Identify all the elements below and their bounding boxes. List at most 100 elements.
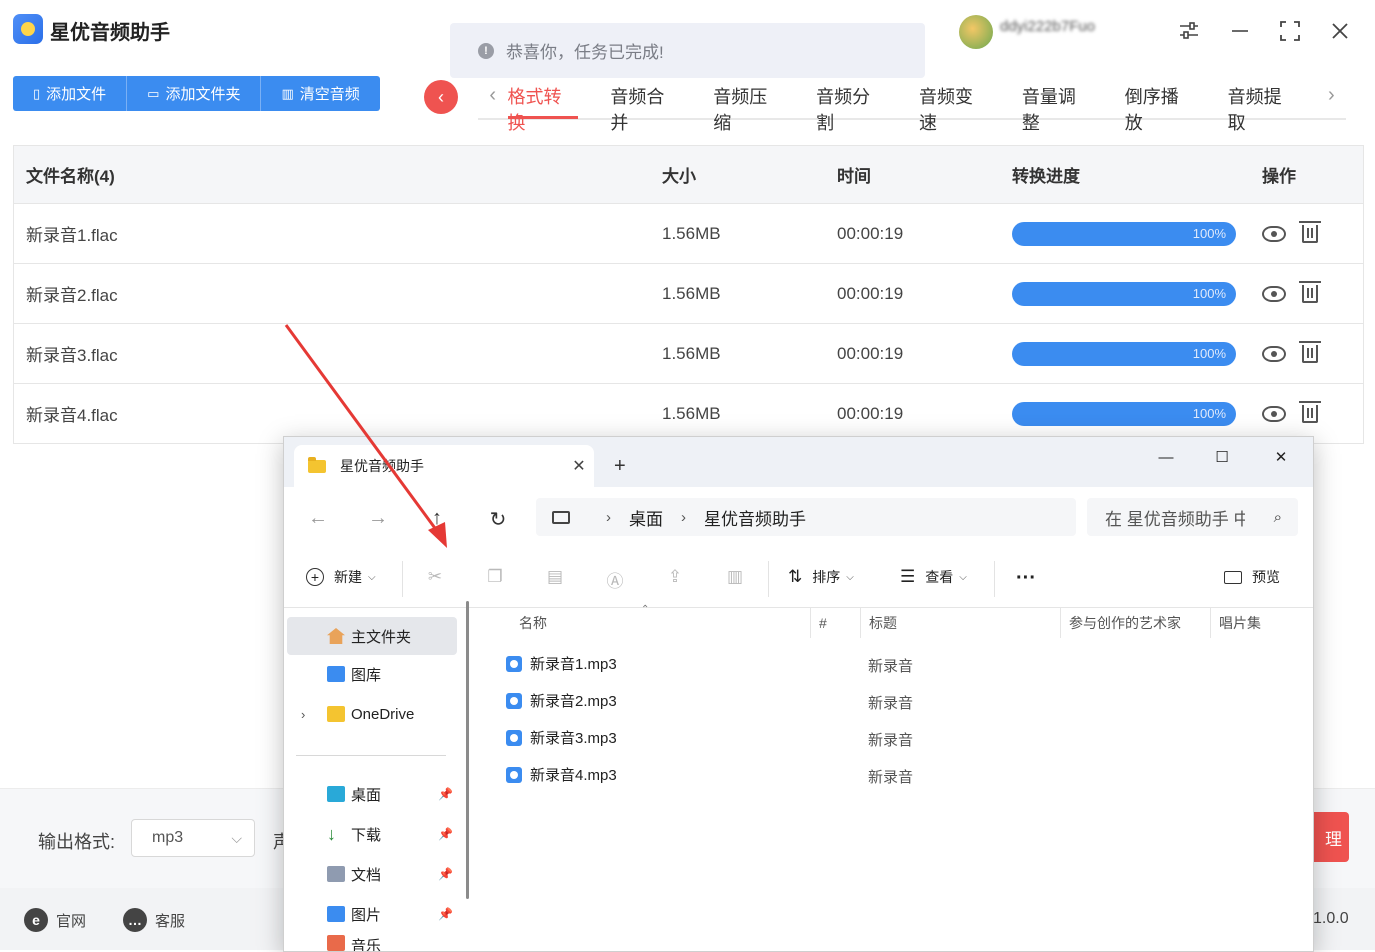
preview-button[interactable]: 预览 xyxy=(1224,567,1280,587)
folder-icon: ▭ xyxy=(147,85,160,101)
app-logo xyxy=(13,14,43,44)
list-item[interactable]: 新录音1.mp3 xyxy=(506,645,617,682)
preview-pane-icon xyxy=(1224,570,1242,584)
paste-icon[interactable]: ▤ xyxy=(544,567,566,589)
address-bar[interactable]: › 桌面 › 星优音频助手 xyxy=(536,498,1076,536)
rename-icon[interactable]: Ⓐ xyxy=(604,567,626,591)
column-album[interactable]: 唱片集 xyxy=(1211,608,1311,638)
copy-icon[interactable]: ❐ xyxy=(484,567,506,589)
list-item[interactable]: 新录音3.mp3 xyxy=(506,719,617,756)
tab-audio-compress[interactable]: 音频压缩 xyxy=(713,80,784,133)
output-format-select[interactable]: mp3 ⌵ xyxy=(131,819,255,857)
tab-audio-speed[interactable]: 音频变速 xyxy=(919,80,990,133)
more-icon[interactable]: ··· xyxy=(1016,567,1036,590)
sidebar-scrollbar[interactable] xyxy=(466,601,469,899)
trash-icon[interactable] xyxy=(1299,220,1321,243)
share-icon[interactable]: ⇪ xyxy=(664,567,686,589)
file-title: 新录音 xyxy=(868,732,914,749)
column-artist[interactable]: 参与创作的艺术家 xyxy=(1061,608,1211,638)
tab-audio-split[interactable]: 音频分割 xyxy=(816,80,887,133)
eye-icon[interactable] xyxy=(1262,225,1286,242)
column-name[interactable]: 名称 ⌃ xyxy=(469,604,811,638)
file-size: 1.56MB xyxy=(662,403,721,423)
pin-icon[interactable]: 📌 xyxy=(438,907,453,921)
file-title: 新录音 xyxy=(868,658,914,675)
explorer-tab[interactable]: 星优音频助手 ✕ xyxy=(294,445,594,487)
search-icon: ⌕ xyxy=(1273,508,1282,526)
breadcrumb-desktop[interactable]: 桌面 xyxy=(629,505,663,530)
cut-icon[interactable]: ✂ xyxy=(424,567,446,589)
table-row[interactable]: 新录音2.flac 1.56MB 00:00:19 100% xyxy=(14,264,1363,324)
view-button[interactable]: ☰ 查看 ⌵ xyxy=(900,567,967,587)
computer-icon xyxy=(552,510,570,524)
maximize-icon[interactable]: ☐ xyxy=(1202,445,1242,469)
up-arrow-icon[interactable]: ↑ xyxy=(425,507,449,530)
pin-icon[interactable]: 📌 xyxy=(438,867,453,881)
music-icon xyxy=(327,935,345,951)
pin-icon[interactable]: 📌 xyxy=(438,787,453,801)
breadcrumb-folder[interactable]: 星优音频助手 xyxy=(704,505,806,530)
tab-volume-adjust[interactable]: 音量调整 xyxy=(1022,80,1093,133)
tab-reverse-play[interactable]: 倒序播放 xyxy=(1125,80,1196,133)
audio-file-icon xyxy=(506,655,522,672)
column-title[interactable]: 标题 xyxy=(861,608,1061,638)
column-number[interactable]: # xyxy=(811,608,861,638)
list-item[interactable]: 新录音2.mp3 xyxy=(506,682,617,719)
trash-icon[interactable] xyxy=(1299,280,1321,303)
close-icon[interactable]: ✕ xyxy=(1261,445,1301,469)
list-item[interactable]: 新录音4.mp3 xyxy=(506,756,617,793)
add-file-button[interactable]: ▯ 添加文件 xyxy=(13,76,128,111)
sidebar-item-music[interactable]: 音乐 xyxy=(287,935,457,951)
gallery-icon xyxy=(327,666,345,682)
refresh-icon[interactable]: ↻ xyxy=(486,507,510,532)
table-row[interactable]: 新录音4.flac 1.56MB 00:00:19 100% xyxy=(14,384,1363,443)
tab-audio-merge[interactable]: 音频合并 xyxy=(610,80,681,133)
delete-icon[interactable]: ▥ xyxy=(724,567,746,589)
sidebar-item-home[interactable]: 主文件夹 xyxy=(287,617,457,655)
maximize-icon[interactable] xyxy=(1275,16,1305,46)
table-row[interactable]: 新录音1.flac 1.56MB 00:00:19 100% xyxy=(14,204,1363,264)
trash-icon[interactable] xyxy=(1299,400,1321,423)
sort-up-icon: ⌃ xyxy=(641,604,650,615)
back-arrow-icon[interactable]: ← xyxy=(306,507,330,530)
notice-text: 恭喜你，任务已完成! xyxy=(506,43,664,62)
clear-audio-button[interactable]: ▥ 清空音频 xyxy=(261,76,379,111)
trash-icon[interactable] xyxy=(1299,340,1321,363)
sidebar-item-pictures[interactable]: 图片 📌 xyxy=(287,895,457,933)
forward-arrow-icon[interactable]: → xyxy=(366,507,390,530)
user-name[interactable]: ddyi222b7Fuo xyxy=(1000,18,1150,38)
minimize-icon[interactable]: — xyxy=(1146,445,1186,469)
sidebar-item-onedrive[interactable]: › OneDrive xyxy=(287,695,457,733)
search-input[interactable]: 在 星优音频助手 中 ⌕ xyxy=(1087,498,1298,536)
sort-button[interactable]: ⇅ 排序 ⌵ xyxy=(788,567,854,587)
settings-sliders-icon[interactable] xyxy=(1174,16,1204,46)
collapse-button[interactable]: ‹ xyxy=(424,80,458,114)
tabs-next-icon[interactable]: › xyxy=(1317,84,1347,107)
pin-icon[interactable]: 📌 xyxy=(438,827,453,841)
divider xyxy=(768,561,769,597)
new-button[interactable]: + 新建 ⌵ xyxy=(306,567,376,587)
file-size: 1.56MB xyxy=(662,223,721,243)
output-format-label: 输出格式: xyxy=(38,832,116,852)
file-icon: ▯ xyxy=(33,85,41,101)
sidebar-item-downloads[interactable]: ↓ 下载 📌 xyxy=(287,815,457,853)
feature-tabs: ‹ 格式转换 音频合并 音频压缩 音频分割 音频变速 音量调整 倒序播放 音频提… xyxy=(478,80,1347,133)
minimize-icon[interactable] xyxy=(1225,16,1255,46)
website-link[interactable]: e 官网 xyxy=(24,908,86,932)
tab-format-convert[interactable]: 格式转换 xyxy=(507,80,579,133)
close-icon[interactable] xyxy=(1325,16,1355,46)
tab-audio-extract[interactable]: 音频提取 xyxy=(1228,80,1299,133)
sidebar-item-documents[interactable]: 文档 📌 xyxy=(287,855,457,893)
add-folder-button[interactable]: ▭ 添加文件夹 xyxy=(127,76,262,111)
table-row[interactable]: 新录音3.flac 1.56MB 00:00:19 100% xyxy=(14,324,1363,384)
sidebar-item-desktop[interactable]: 桌面 📌 xyxy=(287,775,457,813)
eye-icon[interactable] xyxy=(1262,285,1286,302)
avatar[interactable] xyxy=(959,15,993,49)
sidebar-item-gallery[interactable]: 图库 xyxy=(287,655,457,693)
close-tab-icon[interactable]: ✕ xyxy=(564,456,594,476)
eye-icon[interactable] xyxy=(1262,405,1286,422)
tabs-prev-icon[interactable]: ‹ xyxy=(478,84,508,107)
eye-icon[interactable] xyxy=(1262,345,1286,362)
new-tab-icon[interactable]: + xyxy=(614,455,626,478)
support-link[interactable]: … 客服 xyxy=(123,908,185,932)
